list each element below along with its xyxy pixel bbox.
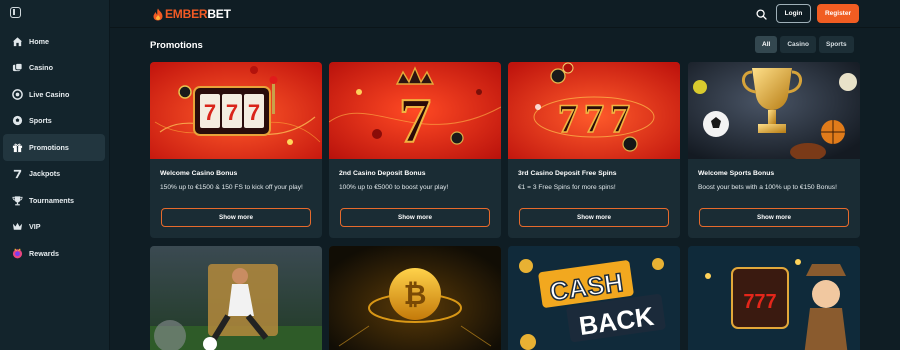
rewards-icon (11, 247, 23, 259)
show-more-button[interactable]: Show more (340, 208, 490, 227)
card-description: 150% up to €1500 & 150 FS to kick off yo… (160, 184, 303, 191)
sidebar-toggle-icon[interactable] (10, 7, 21, 18)
top-header: EMBERBET Login Register (110, 0, 900, 28)
card-title: Welcome Casino Bonus (160, 170, 238, 177)
trophy-icon (11, 194, 23, 206)
sidebar-item-sports[interactable]: Sports (3, 108, 105, 135)
svg-text:7: 7 (204, 100, 216, 125)
promo-image-detective-slot: 777 (688, 246, 860, 350)
gift-icon (11, 141, 23, 153)
promo-card-3rd-deposit: 7 7 7 3rd Casino Deposit Free Spins €1 =… (508, 62, 680, 238)
promo-image-seven-crown[interactable]: 7 (329, 62, 501, 159)
sidebar-item-label: Live Casino (29, 89, 70, 99)
crown-icon (11, 221, 23, 233)
svg-text:7: 7 (226, 100, 238, 125)
sidebar-item-label: Rewards (29, 248, 59, 258)
sidebar: Home Casino Live Casino Sports Promotion… (0, 0, 110, 350)
promo-image-cashback: CASH BACK (508, 246, 680, 350)
promo-image-football-player (150, 246, 322, 350)
soccer-ball-icon (11, 115, 23, 127)
filter-casino[interactable]: Casino (780, 36, 816, 53)
live-casino-icon (11, 88, 23, 100)
show-more-button[interactable]: Show more (161, 208, 311, 227)
sidebar-item-casino[interactable]: Casino (3, 55, 105, 82)
filter-sports[interactable]: Sports (818, 36, 854, 53)
svg-text:7: 7 (399, 85, 431, 156)
casino-chip-icon (11, 62, 23, 74)
sidebar-item-home[interactable]: Home (3, 28, 105, 55)
promo-card-bitcoin[interactable]: ₿ (329, 246, 501, 350)
promo-image-triple-seven[interactable]: 7 7 7 (508, 62, 680, 159)
card-description: Boost your bets with a 100% up to €150 B… (698, 184, 837, 191)
page-title: Promotions (150, 40, 203, 51)
svg-text:7: 7 (584, 96, 604, 141)
svg-text:₿: ₿ (404, 279, 427, 310)
sidebar-item-live-casino[interactable]: Live Casino (3, 81, 105, 108)
sidebar-item-label: Home (29, 36, 49, 46)
sidebar-item-label: Promotions (29, 142, 69, 152)
show-more-button[interactable]: Show more (699, 208, 849, 227)
promo-image-bitcoin: ₿ (329, 246, 501, 350)
svg-text:7: 7 (558, 96, 578, 141)
card-description: 100% up to €5000 to boost your play! (339, 184, 449, 191)
sidebar-item-label: Sports (29, 116, 52, 126)
svg-text:7: 7 (610, 96, 630, 141)
sidebar-item-jackpots[interactable]: Jackpots (3, 161, 105, 188)
search-icon (756, 8, 767, 20)
home-icon (11, 35, 23, 47)
sidebar-item-label: Jackpots (29, 169, 61, 179)
promo-card-2nd-deposit: 7 2nd Casino Deposit Bonus 100% up to €5… (329, 62, 501, 238)
login-button[interactable]: Login (776, 4, 811, 23)
filter-all[interactable]: All (755, 36, 778, 53)
sidebar-item-label: VIP (29, 222, 41, 232)
sidebar-nav: Home Casino Live Casino Sports Promotion… (3, 28, 105, 267)
card-description: €1 = 3 Free Spins for more spins! (518, 184, 616, 191)
svg-text:7: 7 (248, 100, 260, 125)
promo-card-detective[interactable]: 777 (688, 246, 860, 350)
brand-name-part2: BET (207, 7, 231, 21)
svg-text:777: 777 (743, 291, 776, 313)
card-title: 3rd Casino Deposit Free Spins (518, 170, 617, 177)
flame-icon (153, 8, 163, 20)
promo-card-welcome-casino: 7 7 7 Welcome Casino Bonus 150% up to €1… (150, 62, 322, 238)
card-title: Welcome Sports Bonus (698, 170, 775, 177)
promo-card-cashback[interactable]: CASH BACK (508, 246, 680, 350)
sidebar-item-tournaments[interactable]: Tournaments (3, 187, 105, 214)
brand-logo[interactable]: EMBERBET (152, 7, 231, 21)
brand-name-part1: EMBER (165, 7, 208, 21)
show-more-button[interactable]: Show more (519, 208, 669, 227)
seven-icon (11, 168, 23, 180)
sidebar-item-rewards[interactable]: Rewards (3, 240, 105, 267)
promotion-filters: All Casino Sports (755, 36, 854, 53)
promo-card-football[interactable] (150, 246, 322, 350)
card-title: 2nd Casino Deposit Bonus (339, 170, 426, 177)
sidebar-item-promotions[interactable]: Promotions (3, 134, 105, 161)
promo-image-slot-machine[interactable]: 7 7 7 (150, 62, 322, 159)
sidebar-item-label: Tournaments (29, 195, 74, 205)
promo-card-welcome-sports: Welcome Sports Bonus Boost your bets wit… (688, 62, 860, 238)
register-button[interactable]: Register (817, 4, 859, 23)
sidebar-item-vip[interactable]: VIP (3, 214, 105, 241)
sidebar-item-label: Casino (29, 63, 53, 73)
promo-image-trophy-balls[interactable] (688, 62, 860, 159)
search-button[interactable] (751, 4, 772, 24)
